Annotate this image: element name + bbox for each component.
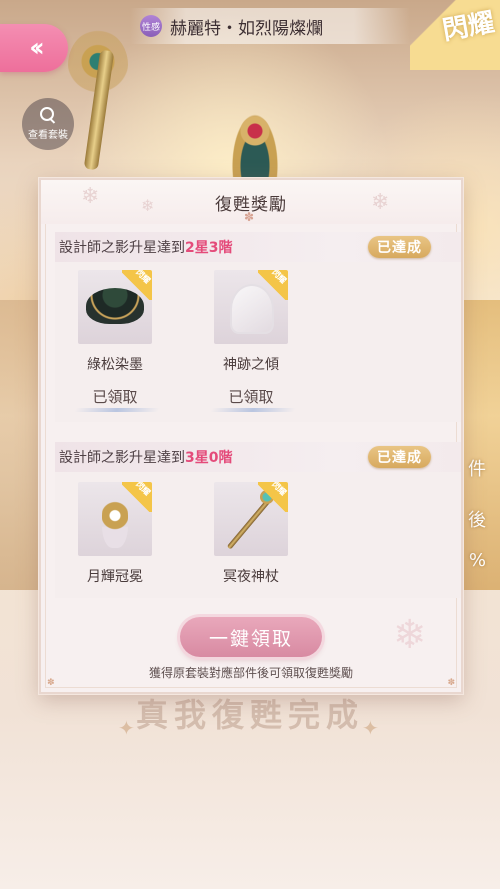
shine-tag: 閃耀	[122, 270, 152, 300]
background-crown-ornament	[230, 110, 280, 180]
dialog-header: ❄ ❄ ❄ 復甦獎勵 ✽	[41, 180, 461, 224]
back-button[interactable]: ‹‹	[0, 24, 68, 72]
condition-highlight: 3星0階	[185, 450, 233, 466]
rarity-corner-badge: 閃耀	[410, 0, 500, 70]
crown-icon[interactable]: 閃耀	[78, 482, 152, 556]
side-text-3: %	[468, 550, 486, 571]
reward-item[interactable]: 閃耀 神跡之傾 已領取	[201, 270, 301, 408]
item-name: 神跡之傾	[223, 357, 279, 373]
claim-hint: 獲得原套裝對應部件後可領取復甦獎勵	[148, 666, 353, 680]
item-name: 綠松染墨	[87, 357, 143, 373]
double-chevron-left-icon: ‹‹	[29, 33, 45, 63]
claimed-status: 已領取	[205, 386, 297, 408]
condition-bar: 設計師之影升星達到3星0階 已達成	[55, 442, 461, 472]
revival-reward-dialog: ✽ ✽ ✽ ✽ ❄ ❄ ❄ 復甦獎勵 ✽ 設計師之影升星達到2星3階 已達成 閃…	[39, 178, 463, 694]
reward-items: 閃耀 綠松染墨 已領取 閃耀 神跡之傾 已領取	[55, 262, 461, 422]
flower-ornament-icon: ✽	[244, 210, 255, 224]
snowflake-icon: ❄	[393, 612, 427, 658]
reward-item[interactable]: 閃耀 綠松染墨 已領取	[65, 270, 165, 408]
snowflake-icon: ❄	[371, 190, 390, 215]
reward-section-1: 設計師之影升星達到2星3階 已達成 閃耀 綠松染墨 已領取 閃耀 神跡之傾 已領…	[55, 232, 461, 422]
snowflake-icon: ❄	[141, 196, 155, 215]
claimed-status: 已領取	[69, 386, 161, 408]
shine-tag: 閃耀	[258, 482, 288, 512]
sparkle-icon: ✦	[118, 716, 135, 740]
claim-all-button[interactable]: 一鍵領取	[180, 617, 322, 657]
condition-highlight: 2星3階	[185, 240, 233, 256]
reward-item[interactable]: 閃耀 月輝冠冕	[65, 482, 165, 586]
snowflake-icon: ❄	[81, 184, 100, 209]
background-right-panel	[462, 300, 500, 590]
achieved-badge: 已達成	[368, 446, 431, 468]
revival-slogan: 真我復甦完成	[135, 696, 364, 734]
search-icon	[40, 107, 56, 123]
wings-icon[interactable]: 閃耀	[214, 270, 288, 344]
condition-bar: 設計師之影升星達到2星3階 已達成	[55, 232, 461, 262]
rarity-label: 閃耀	[440, 7, 497, 47]
view-suit-label: 查看套裝	[28, 130, 68, 141]
reward-items: 閃耀 月輝冠冕 閃耀 冥夜神杖	[55, 472, 461, 598]
shine-tag: 閃耀	[258, 270, 288, 300]
background-left-panel	[0, 300, 40, 590]
reward-section-2: 設計師之影升星達到3星0階 已達成 閃耀 月輝冠冕 閃耀 冥夜神杖	[55, 442, 461, 598]
style-tag-badge: 性感	[140, 15, 162, 37]
reward-item[interactable]: 閃耀 冥夜神杖	[201, 482, 301, 586]
view-suit-button[interactable]: 查看套裝	[22, 98, 74, 150]
side-text-1: 件	[468, 459, 486, 480]
skirt-icon[interactable]: 閃耀	[78, 270, 152, 344]
item-name: 冥夜神杖	[223, 569, 279, 585]
staff-icon[interactable]: 閃耀	[214, 482, 288, 556]
condition-text: 設計師之影升星達到3星0階	[59, 450, 233, 466]
item-name: 月輝冠冕	[87, 569, 143, 585]
suit-title-bar: 性感 赫麗特・如烈陽燦爛	[130, 8, 410, 44]
condition-text: 設計師之影升星達到2星3階	[59, 240, 233, 256]
suit-title: 赫麗特・如烈陽燦爛	[170, 18, 323, 39]
shine-tag: 閃耀	[122, 482, 152, 512]
achieved-badge: 已達成	[368, 236, 431, 258]
side-text-2: 後	[468, 510, 486, 531]
sparkle-icon: ✦	[362, 716, 379, 740]
